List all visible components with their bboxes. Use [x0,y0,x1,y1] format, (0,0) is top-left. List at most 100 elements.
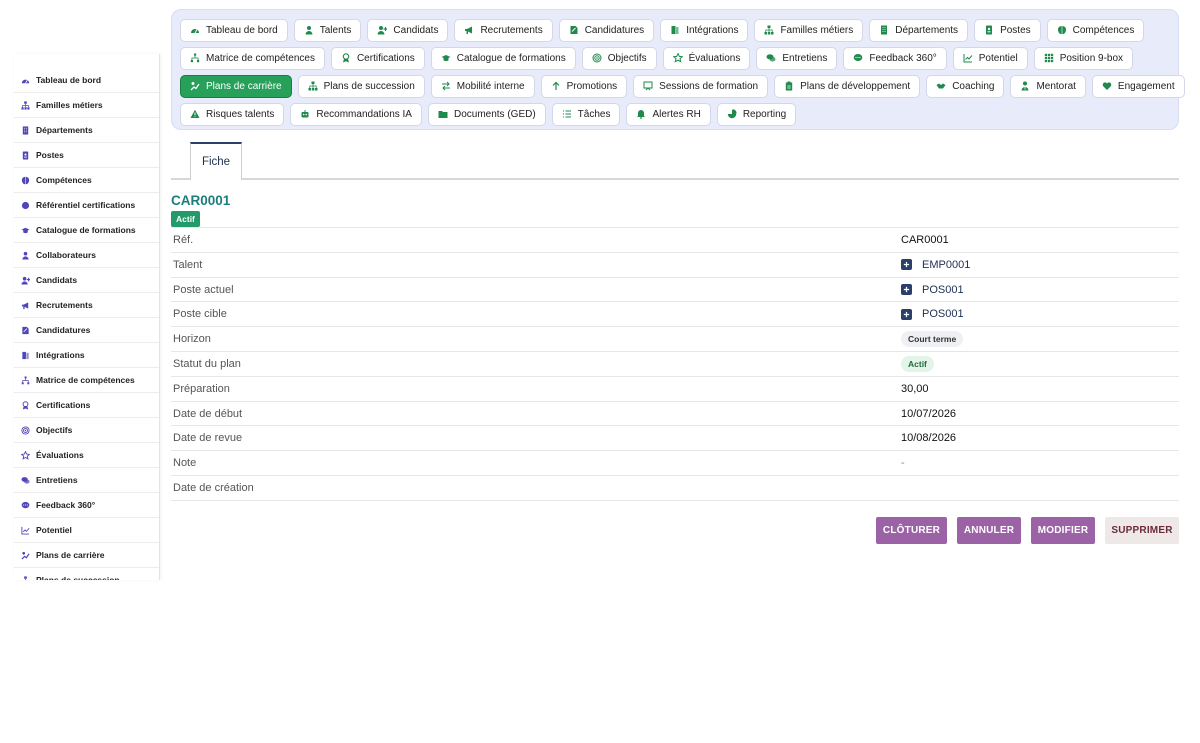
sidebar-item-label: Tableau de bord [36,75,102,85]
sidebar-item-label: Certifications [36,400,91,410]
nav-button[interactable]: Alertes RH [626,102,711,126]
field-row-ref: Réf. CAR0001 [171,228,1179,253]
certificate-icon [21,201,30,210]
nav-button[interactable]: Catalogue de formations [430,46,576,70]
sidebar-item-label: Évaluations [36,450,84,460]
arrow-up-icon [551,81,561,91]
sidebar-item[interactable]: Candidats [14,268,159,293]
sidebar-item-label: Intégrations [36,350,85,360]
poste-cible-link[interactable]: POS001 [901,308,964,320]
user-plus-icon [377,25,388,35]
nav-button[interactable]: Candidats [367,18,449,42]
sidebar-item[interactable]: Intégrations [14,343,159,368]
nav-button[interactable]: Entretiens [756,46,838,70]
sidebar-item[interactable]: Tableau de bord [14,68,159,93]
comments-icon [21,476,30,485]
nav-button[interactable]: Départements [869,18,969,42]
user-icon [21,251,30,260]
supprimer-button[interactable]: SUPPRIMER [1105,517,1179,544]
nav-button[interactable]: Plans de développement [774,74,921,98]
nav-button-label: Recommandations IA [316,108,412,120]
nav-button[interactable]: Position 9-box [1033,46,1134,70]
nav-button[interactable]: Documents (GED) [427,102,546,126]
nav-button[interactable]: Plans de carrière [180,74,292,98]
nav-button[interactable]: Candidatures [558,18,655,42]
sidebar-item[interactable]: Départements [14,118,159,143]
sidebar-item[interactable]: Candidatures [14,318,159,343]
sidebar-item[interactable]: Matrice de compétences [14,368,159,393]
nav-button[interactable]: Feedback 360° [843,46,947,70]
tab-fiche[interactable]: Fiche [190,142,242,180]
nav-button-label: Certifications [356,52,415,64]
nav-button[interactable]: Évaluations [662,46,751,70]
sitemap-icon [21,575,30,580]
nav-button[interactable]: Engagement [1091,74,1185,98]
field-value-ref: CAR0001 [901,234,949,246]
poste-actuel-link[interactable]: POS001 [901,284,964,296]
nav-button-label: Plans de succession [323,80,415,92]
sidebar-item[interactable]: Plans de carrière [14,543,159,568]
nav-button-label: Mobilité interne [456,80,525,92]
sidebar-item[interactable]: Compétences [14,168,159,193]
nav-button[interactable]: Reporting [716,102,797,126]
nav-button[interactable]: Mobilité interne [430,74,535,98]
nav-button[interactable]: Risques talents [180,102,285,126]
sidebar-item[interactable]: Plans de succession [14,568,159,580]
nav-button[interactable]: Sessions de formation [633,74,769,98]
handshake-icon [936,81,946,91]
annuler-button[interactable]: ANNULER [957,517,1021,544]
nav-button[interactable]: Postes [974,18,1041,42]
dashboard-icon [21,76,30,85]
nav-button[interactable]: Plans de succession [297,74,425,98]
nav-button[interactable]: Certifications [330,46,425,70]
nav-button[interactable]: Recrutements [454,18,553,42]
poste-actuel-link-text[interactable]: POS001 [922,284,964,296]
cloturer-button[interactable]: CLÔTURER [876,517,947,544]
talent-link-text[interactable]: EMP0001 [922,259,970,271]
sidebar-item[interactable]: Postes [14,143,159,168]
exchange-icon [441,81,451,91]
plus-square-icon[interactable] [901,308,912,320]
talent-link[interactable]: EMP0001 [901,259,970,271]
sidebar-item[interactable]: Collaborateurs [14,243,159,268]
nav-button[interactable]: Matrice de compétences [180,46,325,70]
sidebar-item[interactable]: Objectifs [14,418,159,443]
nav-button[interactable]: Compétences [1046,18,1145,42]
matrix-icon [190,53,200,63]
nav-button[interactable]: Tâches [551,102,621,126]
id-badge-icon [984,25,994,35]
sidebar-item[interactable]: Recrutements [14,293,159,318]
sidebar-item-label: Départements [36,125,93,135]
nav-button[interactable]: Intégrations [660,18,749,42]
poste-cible-link-text[interactable]: POS001 [922,308,964,320]
nav-button[interactable]: Talents [293,18,362,42]
plus-square-icon[interactable] [901,259,912,271]
nav-button[interactable]: Recommandations IA [290,102,422,126]
nav-button[interactable]: Potentiel [952,46,1028,70]
sidebar-item[interactable]: Référentiel certifications [14,193,159,218]
nav-button-label: Évaluations [688,52,741,64]
nav-button[interactable]: Objectifs [581,46,657,70]
field-value-preparation: 30,00 [901,382,929,395]
sidebar-item[interactable]: Potentiel [14,518,159,543]
sidebar-item[interactable]: Familles métiers [14,93,159,118]
nav-button-label: Intégrations [686,24,739,36]
nav-button[interactable]: Coaching [926,74,1005,98]
sidebar-item[interactable]: Feedback 360° [14,493,159,518]
modifier-button[interactable]: MODIFIER [1031,517,1095,544]
field-row-preparation: Préparation 30,00 [171,377,1179,402]
nav-button[interactable]: Mentorat [1010,74,1086,98]
field-label: Réf. [173,234,194,246]
nav-button-label: Reporting [742,108,787,120]
plus-square-icon[interactable] [901,284,912,296]
sidebar-item[interactable]: Certifications [14,393,159,418]
nav-button-label: Talents [319,24,352,36]
sidebar-item[interactable]: Évaluations [14,443,159,468]
nav-button[interactable]: Tableau de bord [180,18,288,42]
sidebar-item[interactable]: Entretiens [14,468,159,493]
sidebar-item-label: Candidats [36,275,78,285]
sidebar-item[interactable]: Catalogue de formations [14,218,159,243]
nav-button[interactable]: Promotions [540,74,628,98]
nav-button-label: Potentiel [978,52,1018,64]
nav-button[interactable]: Familles métiers [754,18,864,42]
